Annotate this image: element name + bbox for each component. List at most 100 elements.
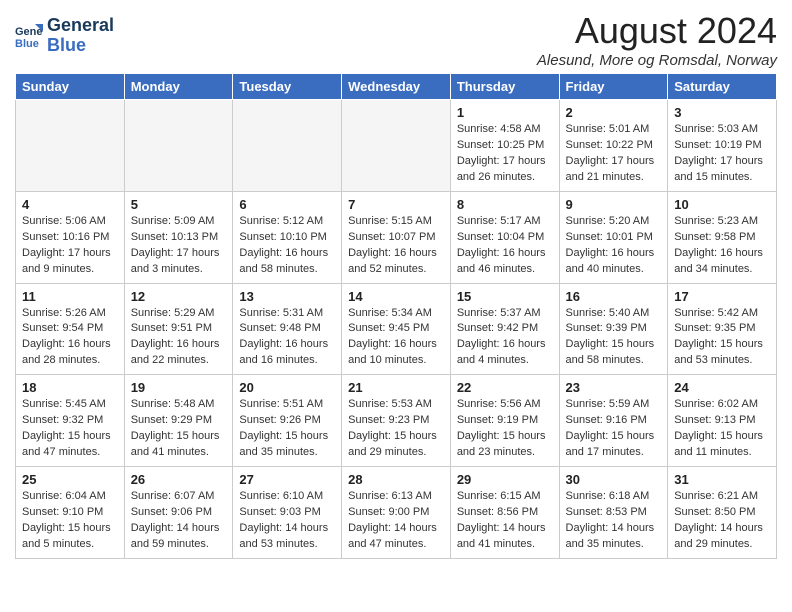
day-info: Sunrise: 5:03 AM Sunset: 10:19 PM Daylig… bbox=[674, 122, 770, 186]
day-number: 18 bbox=[22, 380, 118, 395]
calendar-cell: 27 Sunrise: 6:10 AM Sunset: 9:03 PM Dayli… bbox=[233, 467, 342, 559]
day-number: 30 bbox=[566, 472, 662, 487]
day-number: 7 bbox=[348, 197, 444, 212]
calendar-cell: 23 Sunrise: 5:59 AM Sunset: 9:16 PM Dayli… bbox=[559, 375, 668, 467]
day-info: Sunrise: 5:09 AM Sunset: 10:13 PM Daylig… bbox=[131, 214, 227, 278]
day-number: 5 bbox=[131, 197, 227, 212]
day-info: Sunrise: 5:12 AM Sunset: 10:10 PM Daylig… bbox=[239, 214, 335, 278]
calendar-cell: 2 Sunrise: 5:01 AM Sunset: 10:22 PM Dayli… bbox=[559, 100, 668, 192]
day-number: 25 bbox=[22, 472, 118, 487]
day-number: 31 bbox=[674, 472, 770, 487]
weekday-header-wednesday: Wednesday bbox=[342, 74, 451, 100]
calendar-cell: 24 Sunrise: 6:02 AM Sunset: 9:13 PM Dayli… bbox=[668, 375, 777, 467]
calendar-cell: 5 Sunrise: 5:09 AM Sunset: 10:13 PM Dayli… bbox=[124, 191, 233, 283]
page-header: General Blue General Blue August 2024 Al… bbox=[15, 10, 777, 69]
day-info: Sunrise: 5:42 AM Sunset: 9:35 PM Dayligh… bbox=[674, 306, 770, 370]
calendar-cell: 18Sunrise: 5:45 AM Sunset: 9:32 PM Dayli… bbox=[16, 375, 125, 467]
logo-text-line1: General bbox=[47, 16, 114, 36]
day-number: 24 bbox=[674, 380, 770, 395]
calendar-cell: 8Sunrise: 5:17 AM Sunset: 10:04 PM Dayli… bbox=[450, 191, 559, 283]
day-number: 17 bbox=[674, 289, 770, 304]
calendar-cell: 30 Sunrise: 6:18 AM Sunset: 8:53 PM Dayli… bbox=[559, 467, 668, 559]
weekday-header-thursday: Thursday bbox=[450, 74, 559, 100]
subtitle: Alesund, More og Romsdal, Norway bbox=[537, 52, 777, 69]
day-number: 15 bbox=[457, 289, 553, 304]
weekday-header-saturday: Saturday bbox=[668, 74, 777, 100]
day-info: Sunrise: 6:07 AM Sunset: 9:06 PM Dayligh… bbox=[131, 489, 227, 553]
day-number: 19 bbox=[131, 380, 227, 395]
day-info: Sunrise: 4:58 AM Sunset: 10:25 PM Daylig… bbox=[457, 122, 553, 186]
day-number: 22 bbox=[457, 380, 553, 395]
calendar-cell: 19 Sunrise: 5:48 AM Sunset: 9:29 PM Dayli… bbox=[124, 375, 233, 467]
day-number: 20 bbox=[239, 380, 335, 395]
calendar-cell: 26 Sunrise: 6:07 AM Sunset: 9:06 PM Dayli… bbox=[124, 467, 233, 559]
day-info: Sunrise: 6:18 AM Sunset: 8:53 PM Dayligh… bbox=[566, 489, 662, 553]
day-info: Sunrise: 6:21 AM Sunset: 8:50 PM Dayligh… bbox=[674, 489, 770, 553]
logo: General Blue General Blue bbox=[15, 16, 114, 56]
day-info: Sunrise: 5:56 AM Sunset: 9:19 PM Dayligh… bbox=[457, 397, 553, 461]
day-number: 29 bbox=[457, 472, 553, 487]
day-number: 4 bbox=[22, 197, 118, 212]
title-block: August 2024 Alesund, More og Romsdal, No… bbox=[537, 10, 777, 69]
day-number: 13 bbox=[239, 289, 335, 304]
calendar-cell: 20 Sunrise: 5:51 AM Sunset: 9:26 PM Dayli… bbox=[233, 375, 342, 467]
calendar-cell: 12 Sunrise: 5:29 AM Sunset: 9:51 PM Dayli… bbox=[124, 283, 233, 375]
calendar-cell: 29 Sunrise: 6:15 AM Sunset: 8:56 PM Dayli… bbox=[450, 467, 559, 559]
day-number: 9 bbox=[566, 197, 662, 212]
logo-icon: General Blue bbox=[15, 22, 43, 50]
calendar-cell: 3Sunrise: 5:03 AM Sunset: 10:19 PM Dayli… bbox=[668, 100, 777, 192]
calendar-cell bbox=[124, 100, 233, 192]
day-number: 16 bbox=[566, 289, 662, 304]
day-number: 8 bbox=[457, 197, 553, 212]
calendar-cell: 6 Sunrise: 5:12 AM Sunset: 10:10 PM Dayli… bbox=[233, 191, 342, 283]
calendar-week-row: 11Sunrise: 5:26 AM Sunset: 9:54 PM Dayli… bbox=[16, 283, 777, 375]
day-info: Sunrise: 5:01 AM Sunset: 10:22 PM Daylig… bbox=[566, 122, 662, 186]
day-number: 23 bbox=[566, 380, 662, 395]
day-number: 6 bbox=[239, 197, 335, 212]
day-info: Sunrise: 6:10 AM Sunset: 9:03 PM Dayligh… bbox=[239, 489, 335, 553]
day-number: 14 bbox=[348, 289, 444, 304]
calendar-week-row: 1 Sunrise: 4:58 AM Sunset: 10:25 PM Dayli… bbox=[16, 100, 777, 192]
calendar-table: SundayMondayTuesdayWednesdayThursdayFrid… bbox=[15, 73, 777, 559]
calendar-cell: 13 Sunrise: 5:31 AM Sunset: 9:48 PM Dayli… bbox=[233, 283, 342, 375]
day-info: Sunrise: 5:23 AM Sunset: 9:58 PM Dayligh… bbox=[674, 214, 770, 278]
day-info: Sunrise: 5:37 AM Sunset: 9:42 PM Dayligh… bbox=[457, 306, 553, 370]
day-info: Sunrise: 6:13 AM Sunset: 9:00 PM Dayligh… bbox=[348, 489, 444, 553]
calendar-cell: 16 Sunrise: 5:40 AM Sunset: 9:39 PM Dayli… bbox=[559, 283, 668, 375]
calendar-cell: 28 Sunrise: 6:13 AM Sunset: 9:00 PM Dayli… bbox=[342, 467, 451, 559]
day-info: Sunrise: 5:51 AM Sunset: 9:26 PM Dayligh… bbox=[239, 397, 335, 461]
day-info: Sunrise: 5:06 AM Sunset: 10:16 PM Daylig… bbox=[22, 214, 118, 278]
calendar-cell: 9 Sunrise: 5:20 AM Sunset: 10:01 PM Dayli… bbox=[559, 191, 668, 283]
calendar-cell: 17 Sunrise: 5:42 AM Sunset: 9:35 PM Dayli… bbox=[668, 283, 777, 375]
calendar-cell: 4 Sunrise: 5:06 AM Sunset: 10:16 PM Dayli… bbox=[16, 191, 125, 283]
day-info: Sunrise: 5:59 AM Sunset: 9:16 PM Dayligh… bbox=[566, 397, 662, 461]
day-number: 28 bbox=[348, 472, 444, 487]
calendar-cell: 22 Sunrise: 5:56 AM Sunset: 9:19 PM Dayli… bbox=[450, 375, 559, 467]
main-title: August 2024 bbox=[537, 10, 777, 52]
day-info: Sunrise: 6:15 AM Sunset: 8:56 PM Dayligh… bbox=[457, 489, 553, 553]
day-number: 11 bbox=[22, 289, 118, 304]
day-info: Sunrise: 5:40 AM Sunset: 9:39 PM Dayligh… bbox=[566, 306, 662, 370]
weekday-header-friday: Friday bbox=[559, 74, 668, 100]
day-number: 26 bbox=[131, 472, 227, 487]
day-info: Sunrise: 5:34 AM Sunset: 9:45 PM Dayligh… bbox=[348, 306, 444, 370]
day-number: 21 bbox=[348, 380, 444, 395]
day-info: Sunrise: 5:20 AM Sunset: 10:01 PM Daylig… bbox=[566, 214, 662, 278]
calendar-cell: 14 Sunrise: 5:34 AM Sunset: 9:45 PM Dayli… bbox=[342, 283, 451, 375]
day-info: Sunrise: 5:53 AM Sunset: 9:23 PM Dayligh… bbox=[348, 397, 444, 461]
calendar-cell: 21 Sunrise: 5:53 AM Sunset: 9:23 PM Dayli… bbox=[342, 375, 451, 467]
day-number: 1 bbox=[457, 105, 553, 120]
day-number: 27 bbox=[239, 472, 335, 487]
day-number: 2 bbox=[566, 105, 662, 120]
logo-text-line2: Blue bbox=[47, 36, 114, 56]
calendar-cell: 15 Sunrise: 5:37 AM Sunset: 9:42 PM Dayli… bbox=[450, 283, 559, 375]
svg-text:Blue: Blue bbox=[15, 38, 39, 50]
day-info: Sunrise: 6:02 AM Sunset: 9:13 PM Dayligh… bbox=[674, 397, 770, 461]
day-info: Sunrise: 5:31 AM Sunset: 9:48 PM Dayligh… bbox=[239, 306, 335, 370]
calendar-week-row: 18Sunrise: 5:45 AM Sunset: 9:32 PM Dayli… bbox=[16, 375, 777, 467]
calendar-cell: 1 Sunrise: 4:58 AM Sunset: 10:25 PM Dayli… bbox=[450, 100, 559, 192]
day-number: 12 bbox=[131, 289, 227, 304]
calendar-cell: 25Sunrise: 6:04 AM Sunset: 9:10 PM Dayli… bbox=[16, 467, 125, 559]
day-info: Sunrise: 5:48 AM Sunset: 9:29 PM Dayligh… bbox=[131, 397, 227, 461]
day-info: Sunrise: 5:29 AM Sunset: 9:51 PM Dayligh… bbox=[131, 306, 227, 370]
